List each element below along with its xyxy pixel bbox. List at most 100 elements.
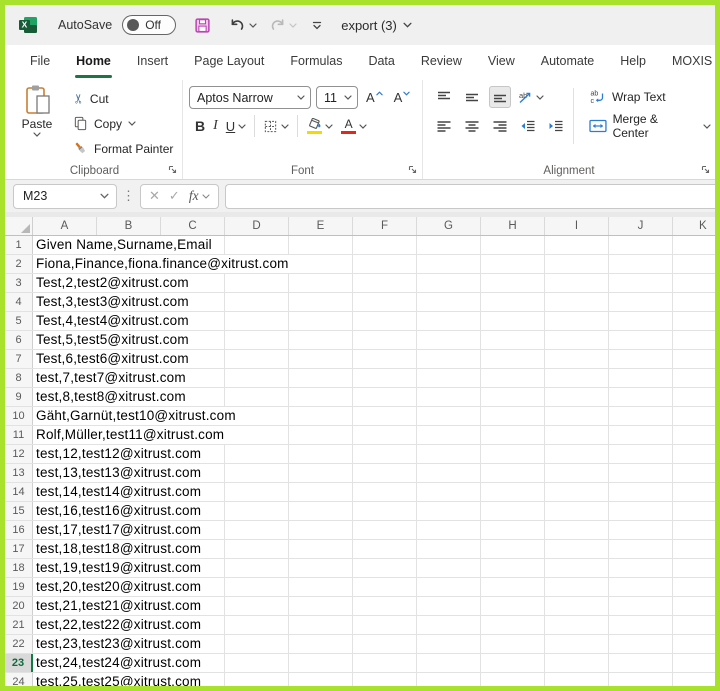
column-header-B[interactable]: B xyxy=(97,217,161,235)
row-header-10[interactable]: 10 xyxy=(5,407,33,425)
bottom-align-button[interactable] xyxy=(489,86,511,108)
ribbon-tab-view[interactable]: View xyxy=(475,45,528,78)
autosave-toggle[interactable]: Off xyxy=(122,15,176,35)
ribbon-tab-moxis[interactable]: MOXIS xyxy=(659,45,720,78)
ribbon-tab-home[interactable]: Home xyxy=(63,45,124,78)
merge-center-dropdown-icon[interactable] xyxy=(703,124,711,129)
column-header-F[interactable]: F xyxy=(353,217,417,235)
row-header-5[interactable]: 5 xyxy=(5,312,33,330)
row-header-21[interactable]: 21 xyxy=(5,616,33,634)
copy-button[interactable]: Copy xyxy=(69,111,177,136)
orientation-dropdown-icon[interactable] xyxy=(536,95,544,100)
formula-input[interactable] xyxy=(225,184,715,209)
row-19-cells[interactable]: test,20,test20@xitrust.com xyxy=(33,578,715,596)
row-22-cells[interactable]: test,23,test23@xitrust.com xyxy=(33,635,715,653)
font-name-combobox[interactable]: Aptos Narrow xyxy=(189,86,311,109)
font-color-dropdown-icon[interactable] xyxy=(359,124,367,129)
customize-quick-access-toolbar-button[interactable] xyxy=(311,20,323,31)
row-header-17[interactable]: 17 xyxy=(5,540,33,558)
ribbon-tab-review[interactable]: Review xyxy=(408,45,475,78)
font-size-dropdown-icon[interactable] xyxy=(344,95,352,100)
row-20-cells[interactable]: test,21,test21@xitrust.com xyxy=(33,597,715,615)
row-header-3[interactable]: 3 xyxy=(5,274,33,292)
select-all-button[interactable] xyxy=(5,217,33,235)
ribbon-tab-file[interactable]: File xyxy=(17,45,63,78)
undo-dropdown-icon[interactable] xyxy=(249,23,257,28)
row-header-14[interactable]: 14 xyxy=(5,483,33,501)
font-size-combobox[interactable]: 11 xyxy=(316,86,358,109)
font-color-button[interactable]: A xyxy=(341,118,367,134)
row-21-cells[interactable]: test,22,test22@xitrust.com xyxy=(33,616,715,634)
row-1-cells[interactable]: Given Name,Surname,Email xyxy=(33,236,715,254)
undo-button[interactable] xyxy=(229,17,257,34)
align-center-button[interactable] xyxy=(461,115,483,137)
row-3-cells[interactable]: Test,2,test2@xitrust.com xyxy=(33,274,715,292)
cancel-icon[interactable]: ✕ xyxy=(149,188,160,204)
ribbon-tab-help[interactable]: Help xyxy=(607,45,659,78)
row-header-13[interactable]: 13 xyxy=(5,464,33,482)
top-align-button[interactable] xyxy=(433,86,455,108)
column-header-I[interactable]: I xyxy=(545,217,609,235)
row-header-6[interactable]: 6 xyxy=(5,331,33,349)
row-10-cells[interactable]: Gäht,Garnüt,test10@xitrust.com xyxy=(33,407,715,425)
underline-button[interactable]: U xyxy=(226,119,246,134)
row-header-1[interactable]: 1 xyxy=(5,236,33,254)
increase-indent-button[interactable] xyxy=(545,115,567,137)
underline-dropdown-icon[interactable] xyxy=(238,124,246,129)
column-header-G[interactable]: G xyxy=(417,217,481,235)
font-dialog-launcher-icon[interactable] xyxy=(407,164,418,175)
row-16-cells[interactable]: test,17,test17@xitrust.com xyxy=(33,521,715,539)
row-header-16[interactable]: 16 xyxy=(5,521,33,539)
row-15-cells[interactable]: test,16,test16@xitrust.com xyxy=(33,502,715,520)
enter-check-icon[interactable]: ✓ xyxy=(169,188,180,204)
decrease-indent-button[interactable] xyxy=(517,115,539,137)
row-header-4[interactable]: 4 xyxy=(5,293,33,311)
row-23-cells[interactable]: test,24,test24@xitrust.com xyxy=(33,654,715,672)
column-header-J[interactable]: J xyxy=(609,217,673,235)
ribbon-tab-automate[interactable]: Automate xyxy=(528,45,608,78)
column-header-E[interactable]: E xyxy=(289,217,353,235)
row-7-cells[interactable]: Test,6,test6@xitrust.com xyxy=(33,350,715,368)
row-header-15[interactable]: 15 xyxy=(5,502,33,520)
decrease-font-size-button[interactable]: A xyxy=(391,88,414,107)
row-13-cells[interactable]: test,13,test13@xitrust.com xyxy=(33,464,715,482)
align-left-button[interactable] xyxy=(433,115,455,137)
orientation-button[interactable]: ab xyxy=(517,89,544,105)
fill-color-button[interactable] xyxy=(306,118,333,134)
save-button[interactable] xyxy=(194,17,211,34)
column-header-D[interactable]: D xyxy=(225,217,289,235)
font-name-dropdown-icon[interactable] xyxy=(297,95,305,100)
copy-dropdown-icon[interactable] xyxy=(128,121,136,126)
document-title-menu[interactable]: export (3) xyxy=(341,18,412,33)
increase-font-size-button[interactable]: A xyxy=(363,88,386,107)
row-14-cells[interactable]: test,14,test14@xitrust.com xyxy=(33,483,715,501)
insert-function-button[interactable]: fx xyxy=(189,188,210,204)
column-header-H[interactable]: H xyxy=(481,217,545,235)
column-header-K[interactable]: K xyxy=(673,217,715,235)
row-9-cells[interactable]: test,8,test8@xitrust.com xyxy=(33,388,715,406)
row-header-9[interactable]: 9 xyxy=(5,388,33,406)
ribbon-tab-formulas[interactable]: Formulas xyxy=(277,45,355,78)
row-header-22[interactable]: 22 xyxy=(5,635,33,653)
row-header-8[interactable]: 8 xyxy=(5,369,33,387)
row-8-cells[interactable]: test,7,test7@xitrust.com xyxy=(33,369,715,387)
row-6-cells[interactable]: Test,5,test5@xitrust.com xyxy=(33,331,715,349)
align-right-button[interactable] xyxy=(489,115,511,137)
row-header-20[interactable]: 20 xyxy=(5,597,33,615)
row-header-7[interactable]: 7 xyxy=(5,350,33,368)
row-header-19[interactable]: 19 xyxy=(5,578,33,596)
row-header-23[interactable]: 23 xyxy=(5,654,33,672)
cut-button[interactable]: ✂ Cut xyxy=(69,86,177,111)
wrap-text-button[interactable]: ab c Wrap Text xyxy=(575,89,666,105)
italic-button[interactable]: I xyxy=(213,118,218,134)
borders-button[interactable] xyxy=(263,119,289,134)
row-24-cells[interactable]: test,25,test25@xitrust.com xyxy=(33,673,715,686)
column-header-C[interactable]: C xyxy=(161,217,225,235)
row-17-cells[interactable]: test,18,test18@xitrust.com xyxy=(33,540,715,558)
clipboard-dialog-launcher-icon[interactable] xyxy=(167,164,178,175)
row-header-2[interactable]: 2 xyxy=(5,255,33,273)
ribbon-tab-page-layout[interactable]: Page Layout xyxy=(181,45,277,78)
paste-button[interactable]: Paste xyxy=(13,84,61,161)
bold-button[interactable]: B xyxy=(195,118,205,134)
column-header-A[interactable]: A xyxy=(33,217,97,235)
